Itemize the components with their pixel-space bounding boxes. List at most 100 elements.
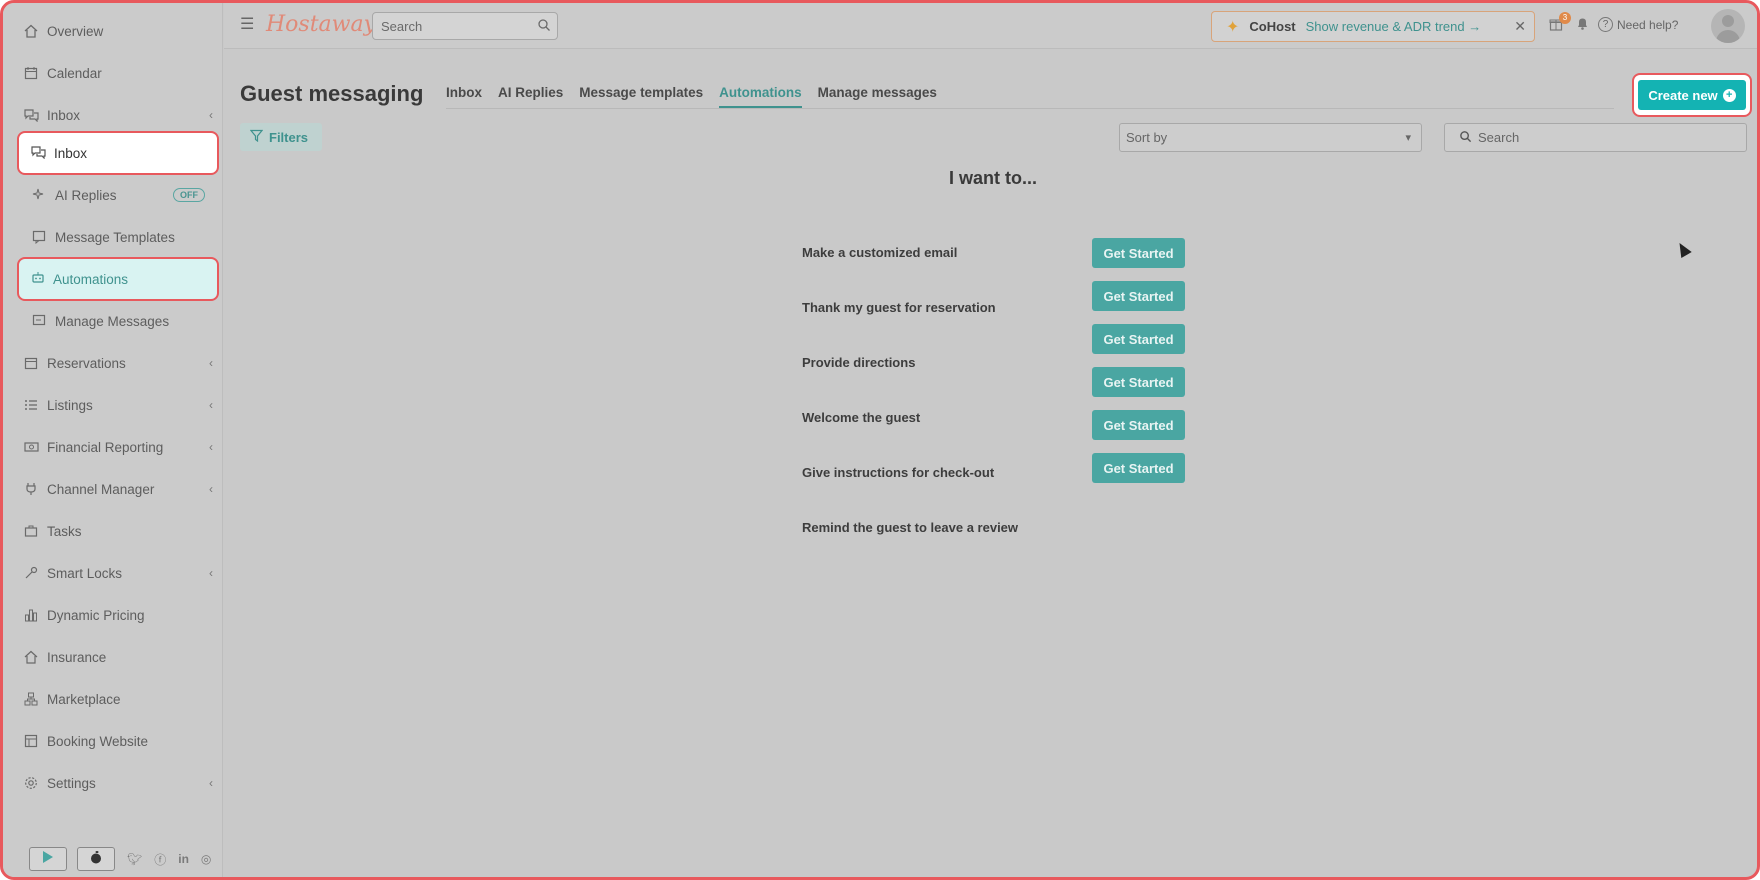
tab-divider — [446, 108, 1614, 109]
apple-icon — [90, 850, 102, 869]
app-store-button[interactable] — [77, 847, 115, 871]
sidebar-item-calendar[interactable]: Calendar — [3, 53, 223, 93]
search-input[interactable]: Search — [1444, 123, 1747, 152]
menu-icon[interactable]: ☰ — [240, 17, 254, 33]
sidebar-item-label: Channel Manager — [47, 481, 155, 497]
sidebar-item-overview[interactable]: Overview — [3, 11, 223, 51]
chevron-left-icon: ‹ — [209, 398, 213, 412]
logo[interactable]: Hostaway — [266, 12, 376, 37]
sidebar-subitem-manage-messages[interactable]: Manage Messages — [3, 301, 223, 341]
message-edit-icon — [31, 313, 47, 329]
section-heading: I want to... — [949, 168, 1037, 188]
cohost-title: CoHost — [1249, 19, 1296, 34]
chevron-left-icon: ‹ — [209, 440, 213, 454]
help-label: Need help? — [1617, 17, 1679, 32]
status-badge[interactable]: OFF — [173, 188, 205, 202]
marketplace-icon — [23, 691, 39, 707]
sidebar-item-label: Dynamic Pricing — [47, 607, 145, 623]
search-input[interactable]: Search — [372, 12, 558, 40]
sidebar-item-label: Settings — [47, 775, 96, 791]
sparkle-icon: ✦ — [1226, 18, 1240, 36]
mouse-cursor — [1674, 239, 1692, 259]
cohost-banner[interactable]: ✦ CoHost Show revenue & ADR trend → ✕ — [1211, 11, 1535, 42]
option-label: Make a customized email — [802, 245, 958, 260]
sidebar-item-inbox[interactable]: Inbox ‹ — [3, 95, 223, 135]
sidebar-item-label: Financial Reporting — [47, 439, 164, 455]
sidebar-item-smart-locks[interactable]: Smart Locks ‹ — [3, 553, 223, 593]
robot-icon — [31, 271, 45, 288]
google-play-icon — [42, 850, 54, 869]
bell-icon[interactable] — [1576, 16, 1589, 33]
get-started-button[interactable]: Get Started — [1092, 324, 1185, 354]
chevron-left-icon: ‹ — [209, 356, 213, 370]
option-label: Welcome the guest — [802, 410, 921, 425]
filters-button[interactable]: Filters — [240, 123, 322, 151]
linkedin-icon[interactable]: in — [178, 852, 189, 866]
calendar-icon — [23, 65, 39, 81]
help-link[interactable]: ? Need help? — [1598, 17, 1678, 32]
sidebar-item-tasks[interactable]: Tasks — [3, 511, 223, 551]
sidebar-item-marketplace[interactable]: Marketplace — [3, 679, 223, 719]
cohost-link[interactable]: Show revenue & ADR trend → — [1306, 19, 1482, 34]
tab-message-templates[interactable]: Message templates — [579, 85, 703, 108]
chat-icon — [31, 145, 46, 162]
tab-ai-replies[interactable]: AI Replies — [498, 85, 563, 108]
search-placeholder: Search — [1478, 130, 1520, 145]
sidebar-subitem-ai-replies[interactable]: AI Replies OFF — [3, 175, 223, 215]
chevron-left-icon: ‹ — [209, 108, 213, 122]
app-frame: Overview Calendar Inbox ‹ Inbox AI Repli… — [0, 0, 1760, 880]
avatar[interactable] — [1711, 9, 1745, 43]
sidebar-item-financial-reporting[interactable]: Financial Reporting ‹ — [3, 427, 223, 467]
sidebar-item-insurance[interactable]: Insurance — [3, 637, 223, 677]
close-icon[interactable]: ✕ — [1514, 18, 1526, 35]
top-bar: ☰ Hostaway Search ✦ CoHost Show revenue … — [224, 3, 1757, 49]
create-new-button[interactable]: Create new + — [1638, 80, 1746, 110]
get-started-button[interactable]: Get Started — [1092, 281, 1185, 311]
sort-by-select[interactable]: Sort by ▾ — [1119, 123, 1422, 152]
plus-circle-icon: + — [1722, 88, 1736, 102]
sidebar-item-label: Calendar — [47, 65, 102, 81]
option-label: Thank my guest for reservation — [802, 300, 996, 315]
sidebar-subitem-inbox[interactable]: Inbox — [17, 131, 219, 175]
sidebar-item-channel-manager[interactable]: Channel Manager ‹ — [3, 469, 223, 509]
sidebar-item-reservations[interactable]: Reservations ‹ — [3, 343, 223, 383]
search-icon — [1459, 130, 1472, 146]
tab-inbox[interactable]: Inbox — [446, 85, 482, 108]
house-shield-icon — [23, 649, 39, 665]
chat-icon — [23, 107, 39, 123]
chevron-left-icon: ‹ — [209, 482, 213, 496]
search-placeholder: Search — [381, 18, 423, 34]
sidebar-subitem-label: AI Replies — [55, 187, 117, 203]
tab-manage-messages[interactable]: Manage messages — [818, 85, 937, 108]
sidebar-subitem-label: Manage Messages — [55, 313, 170, 329]
facebook-icon[interactable]: ⓕ — [154, 851, 166, 868]
sidebar-item-dynamic-pricing[interactable]: Dynamic Pricing — [3, 595, 223, 635]
sidebar-item-label: Inbox — [47, 107, 81, 123]
get-started-button[interactable]: Get Started — [1092, 453, 1185, 483]
sidebar-subitem-message-templates[interactable]: Message Templates — [3, 217, 223, 257]
plug-icon — [23, 481, 39, 497]
template-icon — [31, 229, 47, 245]
gear-icon — [23, 775, 39, 791]
sidebar-item-settings[interactable]: Settings ‹ — [3, 763, 223, 803]
instagram-icon[interactable]: ◎ — [201, 852, 211, 866]
page-title: Guest messaging — [240, 81, 424, 106]
chevron-left-icon: ‹ — [209, 566, 213, 580]
get-started-button[interactable]: Get Started — [1092, 367, 1185, 397]
google-play-button[interactable] — [29, 847, 67, 871]
sidebar-item-booking-website[interactable]: Booking Website — [3, 721, 223, 761]
help-icon: ? — [1598, 17, 1613, 32]
sidebar-footer: 🐦︎ ⓕ in ◎ — [29, 847, 211, 871]
briefcase-icon — [23, 523, 39, 539]
sidebar-item-label: Booking Website — [47, 733, 149, 749]
tab-bar: Inbox AI Replies Message templates Autom… — [446, 85, 937, 108]
sidebar-subitem-automations[interactable]: Automations — [17, 257, 219, 301]
twitter-icon[interactable]: 🐦︎ — [127, 852, 142, 866]
tab-automations[interactable]: Automations — [719, 85, 802, 108]
sidebar: Overview Calendar Inbox ‹ Inbox AI Repli… — [3, 3, 223, 877]
sidebar-item-label: Marketplace — [47, 691, 121, 707]
sidebar-subitem-label: Inbox — [54, 145, 88, 161]
get-started-button[interactable]: Get Started — [1092, 238, 1185, 268]
get-started-button[interactable]: Get Started — [1092, 410, 1185, 440]
sidebar-item-listings[interactable]: Listings ‹ — [3, 385, 223, 425]
